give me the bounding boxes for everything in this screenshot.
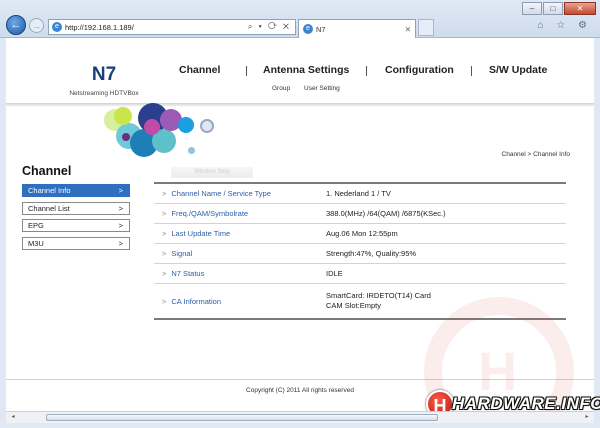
close-window-button[interactable]: ✕ [564, 2, 596, 15]
browser-toolbar: ← → e http://192.168.1.189/ ⌕ ▾ ⟳ ✕ e N7… [0, 0, 600, 38]
sidebar-item-epg[interactable]: EPG > [22, 219, 130, 233]
sidebar-item-label: M3U [28, 239, 44, 249]
chevron-right-icon: > [118, 203, 123, 213]
chevron-right-icon: > [118, 186, 123, 195]
window-frame-right [594, 38, 600, 428]
faded-tab-label: Window Step [171, 167, 253, 178]
sidebar-item-m3u[interactable]: M3U > [22, 237, 130, 251]
row-value: 1. Nederland 1 / TV [326, 188, 391, 198]
tab-close-icon[interactable]: ✕ [405, 25, 411, 34]
maximize-button[interactable]: □ [543, 2, 563, 15]
brand-tagline: Netstreaming HDTVBox [69, 90, 139, 97]
decorative-bubbles [96, 99, 226, 163]
address-tools-icons[interactable]: ⌕ ▾ ⟳ ✕ [248, 22, 291, 32]
back-arrow-icon: ← [10, 19, 22, 31]
row-value: Aug.06 Mon 12:55pm [326, 228, 398, 238]
nav-separator [246, 66, 247, 76]
browser-tool-icons[interactable]: ⌂ ☆ ⚙ [537, 20, 592, 31]
horizontal-scrollbar[interactable]: ◂ ▸ [6, 411, 594, 423]
url-text[interactable]: http://192.168.1.189/ [65, 23, 134, 32]
row-value: 388.0(MHz) /64(QAM) /6875(KSec.) [326, 208, 446, 218]
nav-sw-update[interactable]: S/W Update [489, 64, 547, 76]
row-marker-icon: > [162, 296, 167, 306]
row-value: IDLE [326, 268, 343, 278]
nav-separator [471, 66, 472, 76]
sidebar-menu: Channel Info > Channel List > EPG > M3U … [22, 184, 130, 255]
scrollbar-thumb[interactable] [46, 414, 438, 421]
row-key: N7 Status [171, 269, 205, 278]
nav-configuration[interactable]: Configuration [385, 64, 454, 76]
row-marker-icon: > [162, 209, 167, 218]
sidebar-title: Channel [22, 164, 72, 178]
table-row: > Signal Strength:47%, Quality:95% [154, 244, 566, 264]
sidebar-item-label: Channel Info [28, 186, 71, 195]
table-row: > Freq./QAM/Symbolrate 388.0(MHz) /64(QAM… [154, 204, 566, 224]
row-marker-icon: > [162, 229, 167, 238]
new-tab-button[interactable] [418, 19, 434, 36]
breadcrumb: Channel > Channel Info [501, 151, 570, 158]
table-row: > Last Update Time Aug.06 Mon 12:55pm [154, 224, 566, 244]
top-nav: Channel Antenna Settings Configuration S… [168, 64, 568, 78]
nav-separator [366, 66, 367, 76]
row-key: CA Information [171, 296, 221, 306]
nav-channel[interactable]: Channel [179, 64, 220, 76]
table-row: > N7 Status IDLE [154, 264, 566, 284]
row-marker-icon: > [162, 189, 167, 198]
tab-title: N7 [316, 24, 326, 34]
tab-ie-icon: e [303, 24, 313, 34]
table-row: > Channel Name / Service Type 1. Nederlan… [154, 184, 566, 204]
window-controls: – □ ✕ [522, 2, 596, 15]
subnav-user-setting[interactable]: User Setting [304, 85, 340, 92]
sidebar-item-label: EPG [28, 221, 44, 231]
address-bar[interactable]: e http://192.168.1.189/ ⌕ ▾ ⟳ ✕ [48, 19, 296, 35]
window-frame-bottom [0, 423, 600, 428]
brand: N7 Netstreaming HDTVBox [54, 64, 154, 97]
forward-arrow-icon: → [32, 20, 41, 31]
minimize-button[interactable]: – [522, 2, 542, 15]
row-marker-icon: > [162, 269, 167, 278]
chevron-right-icon: > [118, 221, 123, 231]
scroll-left-icon[interactable]: ◂ [8, 413, 18, 422]
sidebar-item-channel-info[interactable]: Channel Info > [22, 184, 130, 197]
brand-logo[interactable]: N7 [54, 64, 154, 86]
web-page: N7 Netstreaming HDTVBox Channel Antenna … [6, 39, 594, 428]
row-key: Freq./QAM/Symbolrate [171, 209, 249, 218]
chevron-right-icon: > [118, 239, 123, 249]
row-key: Last Update Time [171, 229, 231, 238]
header-divider [6, 103, 594, 107]
scroll-right-icon[interactable]: ▸ [582, 413, 592, 422]
browser-tab[interactable]: e N7 ✕ [298, 19, 416, 38]
subnav-group[interactable]: Group [272, 85, 290, 92]
sidebar-item-label: Channel List [28, 203, 70, 213]
row-value: SmartCard: IRDETO(T14) Card [326, 291, 431, 300]
row-key: Signal [171, 249, 193, 258]
nav-antenna-settings[interactable]: Antenna Settings [263, 64, 349, 76]
back-button[interactable]: ← [6, 15, 26, 35]
forward-button[interactable]: → [29, 18, 44, 33]
ie-icon: e [52, 22, 62, 32]
row-marker-icon: > [162, 249, 167, 258]
row-value: Strength:47%, Quality:95% [326, 248, 417, 258]
row-key: Channel Name / Service Type [171, 189, 271, 198]
sidebar-item-channel-list[interactable]: Channel List > [22, 201, 130, 215]
